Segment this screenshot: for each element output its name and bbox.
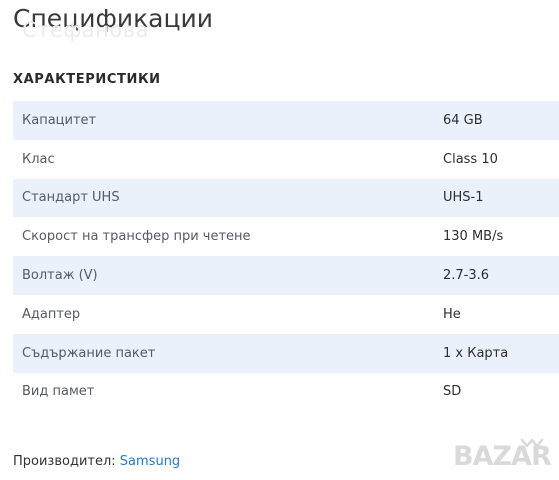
spec-label: Вид памет [22, 384, 95, 400]
bazar-watermark-logo: BAZAR [453, 438, 553, 472]
table-row: Скорост на трансфер при четене 130 MB/s [13, 217, 559, 256]
specs-heading: ХАРАКТЕРИСТИКИ [13, 72, 161, 87]
table-row: Волтаж (V) 2.7-3.6 [13, 256, 559, 295]
table-row: Адаптер Не [13, 295, 559, 334]
table-row: Капацитет 64 GB [13, 101, 559, 140]
manufacturer-label: Производител: [13, 454, 116, 469]
spec-value: SD [443, 384, 462, 400]
specs-table: Капацитет 64 GB Клас Class 10 Стандарт U… [13, 101, 559, 411]
spec-value: 130 MB/s [443, 229, 504, 245]
table-row: Стандарт UHS UHS-1 [13, 178, 559, 218]
spec-value: 64 GB [443, 112, 483, 128]
spec-label: Адаптер [22, 306, 81, 322]
spec-label: Волтаж (V) [22, 268, 98, 284]
ghost-text: Стефанова [22, 18, 149, 42]
spec-value: UHS-1 [443, 190, 484, 206]
spec-value: Class 10 [443, 151, 498, 167]
spec-label: Съдържание пакет [22, 345, 156, 361]
table-row: Вид памет SD [13, 373, 559, 412]
manufacturer-line: Производител: Samsung [13, 450, 180, 474]
manufacturer-link[interactable]: Samsung [120, 454, 180, 469]
spec-label: Стандарт UHS [22, 190, 120, 206]
spec-label: Капацитет [22, 112, 97, 128]
table-row: Клас Class 10 [13, 140, 559, 179]
table-row: Съдържание пакет 1 x Карта [13, 333, 559, 373]
spec-label: Скорост на трансфер при четене [22, 229, 251, 245]
spec-value: Не [443, 306, 461, 322]
spec-value: 1 x Карта [443, 345, 509, 361]
spec-label: Клас [22, 151, 55, 167]
spec-value: 2.7-3.6 [443, 268, 490, 284]
